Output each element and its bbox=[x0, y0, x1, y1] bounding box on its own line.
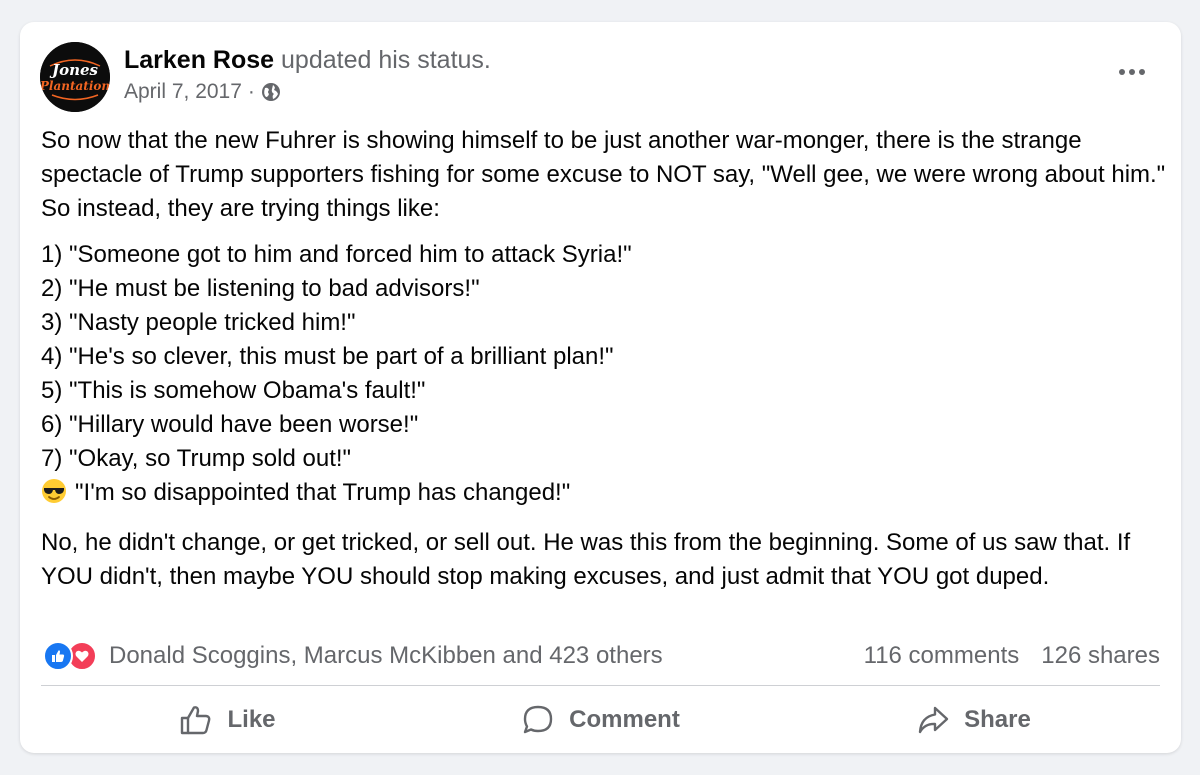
divider bbox=[41, 685, 1160, 686]
list-item: 7) "Okay, so Trump sold out!" bbox=[41, 445, 352, 472]
author-action: updated his status. bbox=[281, 46, 491, 74]
avatar-logo-text-bottom: Plantation bbox=[40, 79, 110, 93]
like-label: Like bbox=[227, 706, 276, 733]
like-button[interactable]: Like bbox=[41, 694, 414, 746]
excuse-list: 1) "Someone got to him and forced him to… bbox=[41, 238, 1166, 514]
globe-icon[interactable] bbox=[261, 82, 281, 102]
list-item: 2) "He must be listening to bad advisors… bbox=[41, 275, 480, 302]
post-intro: So now that the new Fuhrer is showing hi… bbox=[41, 127, 1166, 222]
list-item: 1) "Someone got to him and forced him to… bbox=[41, 241, 632, 268]
avatar[interactable]: Jones Plantation bbox=[40, 42, 110, 112]
comment-label: Comment bbox=[569, 706, 680, 733]
meta-separator: · bbox=[247, 80, 255, 103]
comment-bubble-icon bbox=[523, 705, 553, 734]
jones-plantation-logo-icon: Jones Plantation bbox=[40, 42, 110, 112]
post-card: Jones Plantation Larken Rose updated his… bbox=[20, 22, 1181, 753]
share-label: Share bbox=[964, 706, 1031, 733]
author-name[interactable]: Larken Rose bbox=[124, 46, 274, 74]
comment-button[interactable]: Comment bbox=[414, 694, 787, 746]
reactions-names[interactable]: Donald Scoggins, Marcus McKibben and 423… bbox=[109, 642, 663, 670]
post-body: So now that the new Fuhrer is showing hi… bbox=[41, 124, 1166, 594]
more-dot-icon bbox=[1129, 69, 1135, 75]
post-closing: No, he didn't change, or get tricked, or… bbox=[41, 529, 1131, 590]
more-dot-icon bbox=[1139, 69, 1145, 75]
list-item-8: "I'm so disappointed that Trump has chan… bbox=[41, 476, 1166, 514]
more-dot-icon bbox=[1119, 69, 1125, 75]
list-item: 6) "Hillary would have been worse!" bbox=[41, 411, 419, 438]
shares-count[interactable]: 126 shares bbox=[1041, 642, 1160, 670]
list-item: 4) "He's so clever, this must be part of… bbox=[41, 343, 614, 370]
reactions-summary[interactable]: Donald Scoggins, Marcus McKibben and 423… bbox=[43, 640, 663, 672]
smiling-face-with-sunglasses-emoji-icon bbox=[41, 478, 67, 514]
share-button[interactable]: Share bbox=[787, 694, 1160, 746]
comments-count[interactable]: 116 comments bbox=[864, 642, 1020, 670]
avatar-logo-text-top: Jones bbox=[49, 61, 99, 79]
list-item-8-text: "I'm so disappointed that Trump has chan… bbox=[75, 479, 571, 506]
more-options-button[interactable] bbox=[1115, 62, 1149, 82]
post-meta: April 7, 2017 · bbox=[124, 78, 281, 106]
list-item: 5) "This is somehow Obama's fault!" bbox=[41, 377, 426, 404]
post-date[interactable]: April 7, 2017 bbox=[124, 78, 242, 106]
engagement-counts: 116 comments 126 shares bbox=[864, 640, 1160, 672]
thumbs-up-icon bbox=[181, 706, 211, 735]
post-header: Larken Rose updated his status. bbox=[124, 44, 491, 76]
share-arrow-icon bbox=[918, 706, 949, 734]
like-reaction-icon bbox=[43, 641, 73, 671]
action-bar: Like Comment Share bbox=[41, 694, 1160, 746]
list-item: 3) "Nasty people tricked him!" bbox=[41, 309, 356, 336]
